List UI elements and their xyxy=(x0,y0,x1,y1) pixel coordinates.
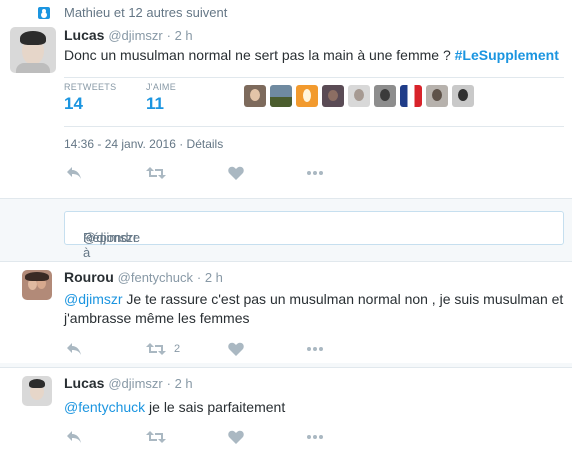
tweet-text-body: Je te rassure c'est pas un musulman norm… xyxy=(64,291,564,326)
retweets-stat[interactable]: RETWEETS 14 xyxy=(64,82,116,114)
tweet-text-body: Donc un musulman normal ne sert pas la m… xyxy=(64,47,455,63)
social-context-text[interactable]: Mathieu et 12 autres suivent xyxy=(64,5,227,20)
likes-label: J'AIME xyxy=(146,82,177,92)
reply-input[interactable]: Répondre à @djimszr xyxy=(64,211,564,260)
reply-tweet[interactable]: Lucas @djimszr · 2 h @fentychuck je le s… xyxy=(0,367,572,453)
liker-avatar[interactable] xyxy=(426,85,448,107)
tweet-time[interactable]: · 2 h xyxy=(167,28,193,43)
avatar[interactable] xyxy=(22,270,52,300)
tweet-text: Donc un musulman normal ne sert pas la m… xyxy=(64,47,564,63)
author-name[interactable]: Lucas xyxy=(64,27,104,43)
author-name[interactable]: Rourou xyxy=(64,269,114,285)
liker-avatar[interactable] xyxy=(400,85,422,107)
tweet-stats: RETWEETS 14 J'AIME 11 xyxy=(64,77,564,127)
follow-context-icon xyxy=(38,7,50,19)
tweet-header: Lucas @djimszr · 2 h xyxy=(64,375,193,391)
author-handle[interactable]: @djimszr xyxy=(108,28,162,43)
reply-icon[interactable] xyxy=(66,430,82,448)
liker-avatar[interactable] xyxy=(244,85,266,107)
tweet-text-body: je le sais parfaitement xyxy=(145,399,286,415)
tweet-time[interactable]: · 2 h xyxy=(197,270,223,285)
likes-stat[interactable]: J'AIME 11 xyxy=(146,82,176,114)
mention-link[interactable]: @fentychuck xyxy=(64,399,145,415)
liker-avatar[interactable] xyxy=(348,85,370,107)
reply-placeholder-mention: @djimszr xyxy=(83,230,138,245)
liker-avatar[interactable] xyxy=(270,85,292,107)
author-handle[interactable]: @fentychuck xyxy=(118,270,193,285)
retweet-icon[interactable] xyxy=(146,430,166,448)
main-tweet: Mathieu et 12 autres suivent Lucas @djim… xyxy=(0,0,572,199)
liker-avatar[interactable] xyxy=(322,85,344,107)
tweet-text: @fentychuck je le sais parfaitement xyxy=(64,398,564,417)
reply-icon[interactable] xyxy=(66,342,82,360)
retweets-count: 14 xyxy=(64,94,83,113)
liker-avatar[interactable] xyxy=(452,85,474,107)
likes-count: 11 xyxy=(146,94,164,113)
author-handle[interactable]: @djimszr xyxy=(108,376,162,391)
tweet-header: Rourou @fentychuck · 2 h xyxy=(64,269,223,285)
heart-icon[interactable] xyxy=(228,166,244,184)
tweet-timestamp[interactable]: 14:36 - 24 janv. 2016 · Détails xyxy=(64,137,223,151)
hashtag-link[interactable]: #LeSupplement xyxy=(455,47,559,63)
tweet-time[interactable]: · 2 h xyxy=(167,376,193,391)
tweet-text: @djimszr Je te rassure c'est pas un musu… xyxy=(64,290,564,328)
avatar[interactable] xyxy=(22,376,52,406)
tweet-header: Lucas @djimszr · 2 h xyxy=(64,27,193,43)
liker-avatar[interactable] xyxy=(374,85,396,107)
more-icon[interactable] xyxy=(306,430,324,448)
avatar[interactable] xyxy=(10,27,56,73)
retweet-count: 2 xyxy=(174,343,181,355)
social-context: Mathieu et 12 autres suivent xyxy=(38,5,227,20)
heart-icon[interactable] xyxy=(228,342,244,360)
mention-link[interactable]: @djimszr xyxy=(64,291,123,307)
heart-icon[interactable] xyxy=(228,430,244,448)
retweets-label: RETWEETS xyxy=(64,82,117,92)
more-icon[interactable] xyxy=(306,166,324,184)
reply-tweet[interactable]: Rourou @fentychuck · 2 h @djimszr Je te … xyxy=(0,261,572,363)
author-name[interactable]: Lucas xyxy=(64,375,104,391)
retweet-icon[interactable] xyxy=(146,342,166,360)
liker-avatars xyxy=(244,85,474,107)
liker-avatar[interactable] xyxy=(296,85,318,107)
replies-section: Répondre à @djimszr Rourou @fentychuck ·… xyxy=(0,199,572,453)
retweet-icon[interactable] xyxy=(146,166,166,184)
more-icon[interactable] xyxy=(306,342,324,360)
reply-icon[interactable] xyxy=(66,166,82,184)
